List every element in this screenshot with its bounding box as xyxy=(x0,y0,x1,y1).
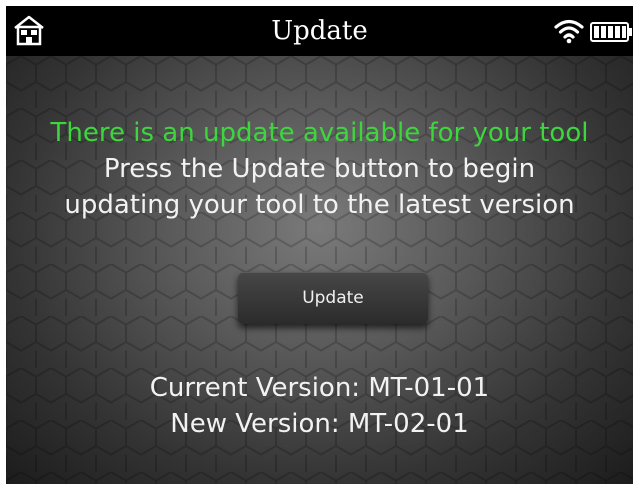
device-screen: Update There is an update available for … xyxy=(6,6,633,484)
wifi-icon xyxy=(554,18,584,44)
update-available-message: There is an update available for your to… xyxy=(50,118,589,148)
instruction-line-1: Press the Update button to begin xyxy=(103,154,536,184)
instruction-line-2: updating your tool to the latest version xyxy=(64,190,575,220)
current-version: Current Version: MT-01-01 xyxy=(149,373,490,403)
update-button[interactable]: Update xyxy=(238,272,428,324)
battery-icon xyxy=(590,22,633,42)
update-screen: There is an update available for your to… xyxy=(6,56,633,484)
screen-title: Update xyxy=(271,16,368,46)
new-version: New Version: MT-02-01 xyxy=(170,409,469,439)
status-bar: Update xyxy=(6,6,633,56)
